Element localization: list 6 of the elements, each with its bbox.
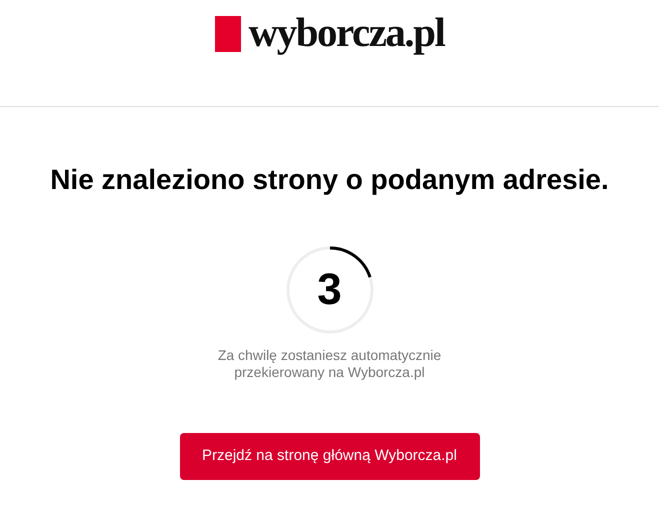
logo[interactable]: wyborcza.pl <box>248 12 444 53</box>
logo-mark <box>214 16 241 52</box>
countdown-timer: 3 <box>284 244 374 335</box>
page-heading: Nie znaleziono strony o podanym adresie. <box>50 163 609 197</box>
home-button[interactable]: Przejdź na stronę główną Wyborcza.pl <box>180 432 480 480</box>
redirect-message: Za chwilę zostaniesz automatycznie przekierowany na Wyborcza.pl <box>218 346 442 381</box>
